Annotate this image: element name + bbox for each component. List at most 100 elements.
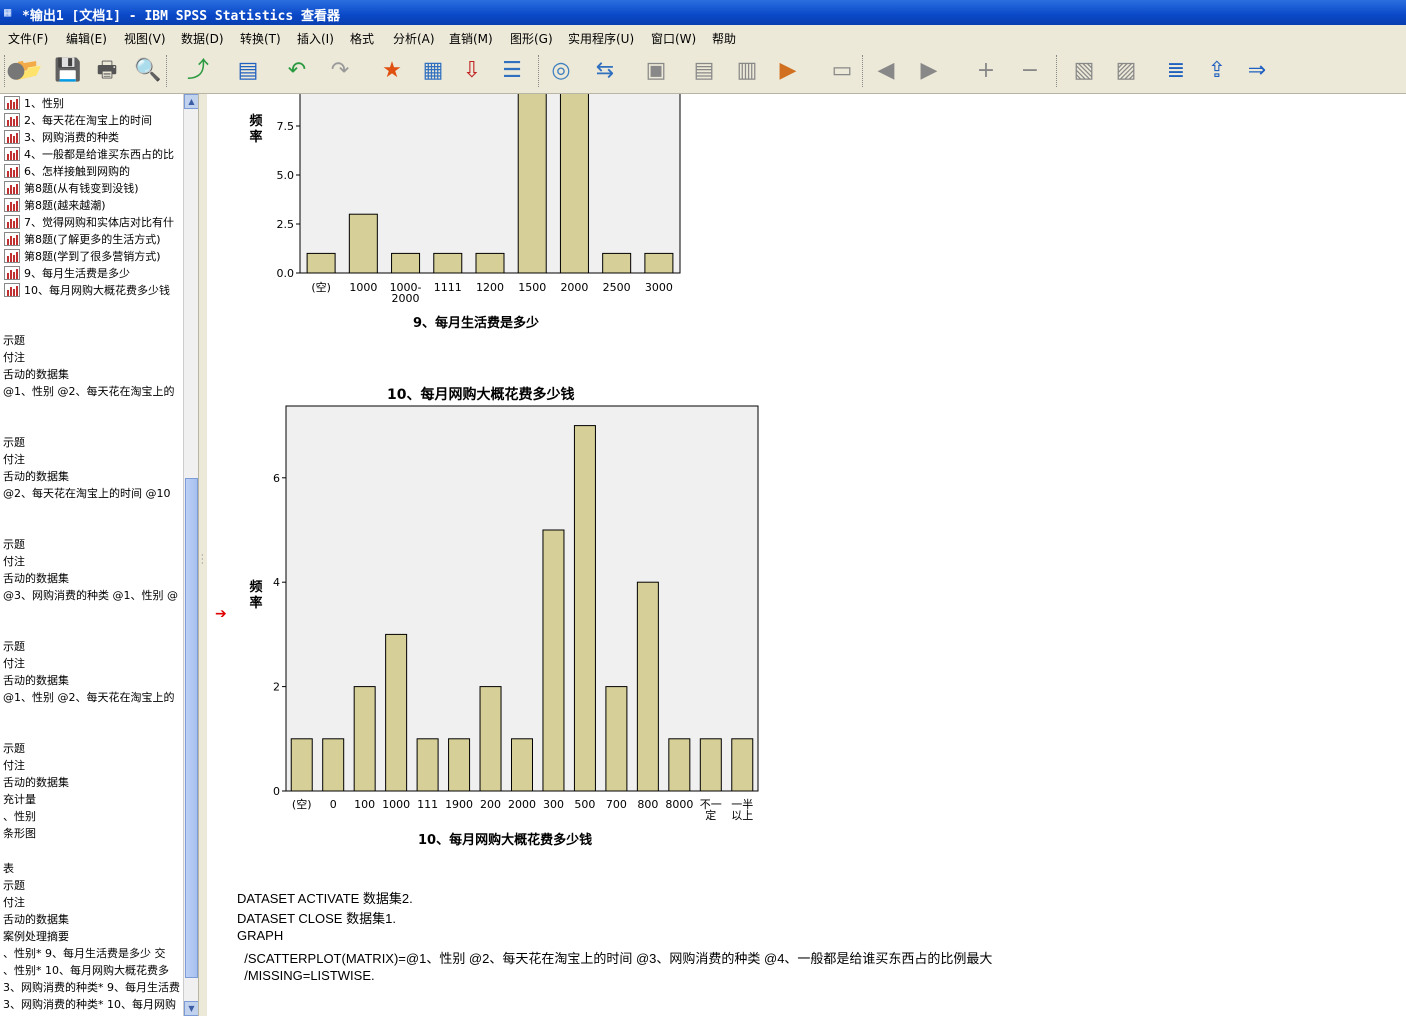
chart-monthly-living-expense[interactable]: 0.02.55.07.5(空) 1000 1000-20001111 1200 1500… [267, 94, 707, 304]
insert-heading-icon[interactable]: ≣ [1160, 55, 1192, 87]
chart-monthly-online-spending[interactable]: 0 2 4 6 (空) 0 100 1000 111 1900 200 2000 300 500 700 80… [267, 404, 767, 824]
outline-node[interactable]: 表 [3, 860, 14, 877]
outline-chart-item[interactable]: 第8题(越来越潮) [4, 197, 106, 214]
toolbar-grip[interactable] [538, 55, 542, 87]
outline-chart-item[interactable]: 第8题(了解更多的生活方式) [4, 231, 161, 248]
export-icon[interactable]: ⤴ [182, 55, 214, 87]
chart2-bar[interactable] [322, 738, 345, 792]
redo-icon[interactable]: ↷ [324, 55, 356, 87]
toolbar-grip[interactable] [166, 55, 170, 87]
outline-scrollbar[interactable]: ▲ ▼ [183, 94, 198, 1016]
goto-variable-icon[interactable]: ⇩ [456, 55, 488, 87]
outline-node[interactable]: 舌动的数据集 [3, 468, 69, 485]
outline-node[interactable]: 舌动的数据集 [3, 366, 69, 383]
outline-node[interactable]: 舌动的数据集 [3, 774, 69, 791]
menu-7[interactable]: 分析(A) [393, 30, 435, 47]
outline-node[interactable]: 充计量 [3, 791, 36, 808]
outline-node[interactable]: 付注 [3, 553, 25, 570]
chart1-bar[interactable] [348, 213, 378, 274]
outline-node[interactable]: @1、性别 @2、每天花在淘宝上的 [3, 689, 175, 706]
menu-5[interactable]: 插入(I) [297, 30, 334, 47]
recall-dialog-icon[interactable]: ▤ [232, 55, 264, 87]
outline-node[interactable]: 、性别* 10、每月网购大概花费多 [3, 962, 169, 979]
chart2-bar[interactable] [668, 738, 691, 792]
chart2-bar[interactable] [511, 738, 533, 792]
forward-icon[interactable]: ▶ [913, 55, 945, 87]
outline-node[interactable]: 付注 [3, 349, 25, 366]
outline-node[interactable]: @3、网购消费的种类 @1、性别 @ [3, 587, 178, 604]
outline-chart-item[interactable]: 2、每天花在淘宝上的时间 [4, 112, 152, 129]
outline-node[interactable]: 舌动的数据集 [3, 911, 69, 928]
outline-node[interactable]: 示题 [3, 638, 25, 655]
chart2-bar[interactable] [542, 529, 565, 792]
menu-11[interactable]: 窗口(W) [651, 30, 696, 47]
outline-chart-item[interactable]: 3、网购消费的种类 [4, 129, 119, 146]
chart1-bar[interactable] [391, 252, 421, 274]
outline-chart-item[interactable]: 4、一般都是给谁买东西占的比 [4, 146, 174, 163]
goto-case-icon[interactable]: ▦ [417, 55, 449, 87]
chart1-bar[interactable] [475, 252, 505, 274]
outline-node[interactable]: @2、每天花在淘宝上的时间 @10 [3, 485, 171, 502]
menu-8[interactable]: 直销(M) [449, 30, 493, 47]
demote-icon[interactable]: ▥ [731, 55, 763, 87]
outline-node[interactable]: 示题 [3, 332, 25, 349]
run-script-icon[interactable]: ▣ [640, 55, 672, 87]
goto-data-icon[interactable]: ★ [376, 55, 408, 87]
variables-icon[interactable]: ☰ [496, 55, 528, 87]
menu-0[interactable]: 文件(F) [8, 30, 48, 47]
outline-node[interactable]: @1、性别 @2、每天花在淘宝上的 [3, 383, 175, 400]
spss-app-icon[interactable]: ▦ [4, 5, 18, 19]
chart2-bar[interactable] [731, 738, 754, 792]
hide-icon[interactable]: ▨ [1110, 55, 1142, 87]
outline-node[interactable]: 案例处理摘要 [3, 928, 69, 945]
toolbar-grip[interactable] [1056, 55, 1060, 87]
outline-node[interactable]: 、性别 [3, 808, 36, 825]
chart2-bar[interactable] [636, 581, 659, 792]
outline-chart-item[interactable]: 1、性别 [4, 95, 64, 112]
chart1-bar[interactable] [517, 94, 547, 274]
chart1-bar[interactable] [644, 252, 674, 274]
outline-node[interactable]: 示题 [3, 740, 25, 757]
outline-chart-item[interactable]: 第8题(从有钱变到没钱) [4, 180, 139, 197]
outline-node[interactable]: 示题 [3, 536, 25, 553]
outline-node[interactable]: 付注 [3, 655, 25, 672]
outline-node[interactable]: 、性别* 9、每月生活费是多少 交 [3, 945, 166, 962]
collapse-icon[interactable]: − [1014, 55, 1046, 87]
outline-node[interactable]: 条形图 [3, 825, 36, 842]
designate-window-icon[interactable]: ◎ [545, 55, 577, 87]
chart1-bar[interactable] [433, 252, 463, 274]
outline-node[interactable]: 示题 [3, 877, 25, 894]
value-labels-icon[interactable]: ⇆ [589, 55, 621, 87]
outline-chart-item[interactable]: 9、每月生活费是多少 [4, 265, 130, 282]
chart2-bar[interactable] [448, 738, 471, 792]
show-icon[interactable]: ▧ [1068, 55, 1100, 87]
outline-node[interactable]: 3、网购消费的种类* 9、每月生活费 [3, 979, 180, 996]
chart2-bar[interactable] [479, 686, 502, 792]
menu-4[interactable]: 转换(T) [240, 30, 281, 47]
outline-node[interactable]: 付注 [3, 894, 25, 911]
chart2-bar[interactable] [290, 738, 313, 792]
outline-chart-item[interactable]: 10、每月网购大概花费多少钱 [4, 282, 170, 299]
save-icon[interactable]: 💾 [52, 55, 84, 87]
toolbar-grip[interactable] [862, 55, 866, 87]
display-icon[interactable]: ▭ [826, 55, 858, 87]
outline-node[interactable]: 示题 [3, 434, 25, 451]
menu-3[interactable]: 数据(D) [181, 30, 224, 47]
scroll-down-icon[interactable]: ▼ [184, 1001, 198, 1016]
outline-node[interactable]: 付注 [3, 451, 25, 468]
chart2-bar[interactable] [573, 425, 596, 792]
outline-chart-item[interactable]: 7、觉得网购和实体店对比有什 [4, 214, 174, 231]
scroll-thumb[interactable] [185, 478, 198, 978]
menu-9[interactable]: 图形(G) [510, 30, 553, 47]
chart2-bar[interactable] [416, 738, 439, 792]
outline-node[interactable]: 舌动的数据集 [3, 672, 69, 689]
insert-title-icon[interactable]: ⇪ [1201, 55, 1233, 87]
insert-text-icon[interactable]: ⇒ [1241, 55, 1273, 87]
print-icon[interactable]: 🖶 [91, 55, 123, 87]
chart1-bar[interactable] [559, 94, 589, 274]
back-icon[interactable]: ◀ [870, 55, 902, 87]
outline-node[interactable]: 付注 [3, 757, 25, 774]
chart2-bar[interactable] [385, 633, 408, 792]
outline-chart-item[interactable]: 6、怎样接触到网购的 [4, 163, 130, 180]
outline-node[interactable]: 舌动的数据集 [3, 570, 69, 587]
